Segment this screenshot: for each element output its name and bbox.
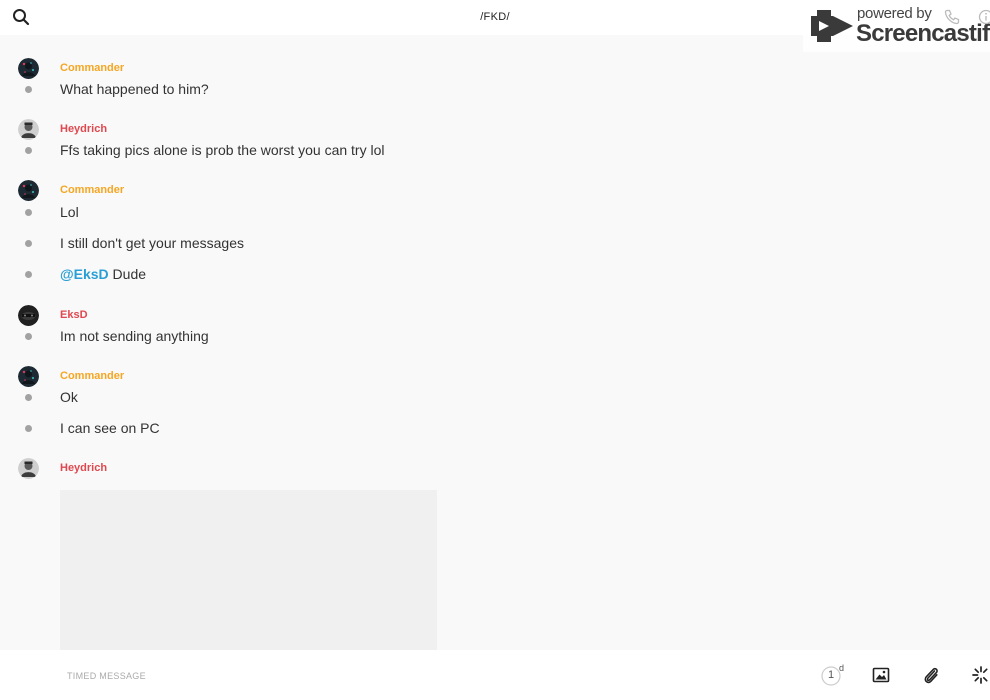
- message-text: Lol: [60, 204, 79, 220]
- timer-unit: d: [839, 663, 845, 673]
- image-icon[interactable]: [872, 666, 890, 684]
- sender-name[interactable]: Commander: [60, 184, 124, 196]
- timer-value: 1: [828, 669, 835, 681]
- message-text: I can see on PC: [60, 420, 160, 436]
- message-input[interactable]: [67, 668, 767, 684]
- info-icon[interactable]: [978, 9, 990, 25]
- message-bullet: [25, 425, 32, 432]
- avatar[interactable]: [18, 305, 39, 326]
- heydrich-avatar-icon: [18, 458, 39, 479]
- avatar[interactable]: [18, 180, 39, 201]
- sparkle-icon[interactable]: [971, 665, 990, 685]
- sender-name[interactable]: EksD: [60, 309, 88, 321]
- message-bullet: [25, 394, 32, 401]
- sender-name[interactable]: Heydrich: [60, 123, 107, 135]
- message-text: @EksD Dude: [60, 266, 146, 282]
- paperclip-icon[interactable]: [922, 665, 940, 685]
- avatar[interactable]: [18, 458, 39, 479]
- sender-name[interactable]: Commander: [60, 370, 124, 382]
- message-text: Ffs taking pics alone is prob the worst …: [60, 142, 385, 158]
- mention-link[interactable]: @EksD: [60, 266, 109, 282]
- message-bullet: [25, 147, 32, 154]
- message-bullet: [25, 209, 32, 216]
- message-bullet: [25, 240, 32, 247]
- commander-avatar-icon: [18, 366, 39, 387]
- sender-name[interactable]: Heydrich: [60, 462, 107, 474]
- message-text: Im not sending anything: [60, 328, 209, 344]
- message-text: I still don't get your messages: [60, 235, 244, 251]
- message-bullet: [25, 333, 32, 340]
- commander-avatar-icon: [18, 58, 39, 79]
- composer-bar: 1 d: [0, 650, 990, 700]
- message-bullet: [25, 271, 32, 278]
- message-text: What happened to him?: [60, 81, 209, 97]
- sender-name[interactable]: Commander: [60, 62, 124, 74]
- message-list[interactable]: Commander What happened to him? Heydrich…: [0, 35, 990, 650]
- timer-button[interactable]: 1 d: [820, 662, 848, 688]
- image-attachment[interactable]: [60, 490, 437, 650]
- phone-icon[interactable]: [944, 9, 960, 25]
- commander-avatar-icon: [18, 180, 39, 201]
- avatar[interactable]: [18, 119, 39, 140]
- heydrich-avatar-icon: [18, 119, 39, 140]
- eksd-avatar-icon: [18, 305, 39, 326]
- avatar[interactable]: [18, 58, 39, 79]
- message-text: Ok: [60, 389, 78, 405]
- avatar[interactable]: [18, 366, 39, 387]
- message-bullet: [25, 86, 32, 93]
- message-text-rest: Dude: [108, 266, 147, 282]
